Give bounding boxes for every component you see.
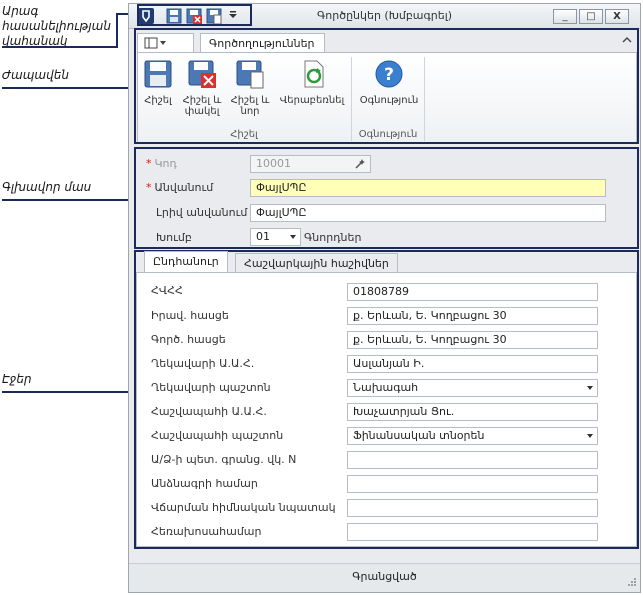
work-address-field[interactable]: ք. Երևան, Ե. Կողբացու 30 [347, 331, 598, 349]
quick-access-highlight [137, 4, 252, 26]
annotation-underline [2, 87, 134, 89]
director-position-label: Ղեկավարի պաշտոն [151, 381, 271, 394]
chevron-down-icon [587, 386, 593, 390]
annotation-ribbon: Ժապավեն [2, 68, 69, 82]
accountant-position-label: Հաշվապահի պաշտոն [151, 429, 284, 442]
phone-label: Հեռախոսահամար [151, 525, 262, 538]
annotation-quick-access: Արագ հասանելիության վահանակ [2, 4, 111, 49]
name-field[interactable]: ՓայլՍՊԸ [250, 179, 606, 197]
annotation-line: հասանելիության [2, 19, 111, 33]
chevron-down-icon [587, 434, 593, 438]
registration-number-field[interactable] [347, 451, 598, 469]
accountant-name-field[interactable]: Խաչատրյան Ցու. [347, 403, 598, 421]
annotation-underline [2, 199, 134, 201]
close-button[interactable]: X [605, 9, 629, 24]
director-name-field[interactable]: Ասլանյան Ի. [347, 355, 598, 373]
group-select[interactable]: 01 [250, 228, 301, 246]
fullname-field[interactable]: ՓայլՍՊԸ [250, 204, 606, 222]
generate-code-icon[interactable] [354, 158, 366, 172]
name-label: * Անվանում [146, 181, 213, 194]
accountant-position-select[interactable]: Ֆինանսական տնօրեն [347, 427, 598, 445]
code-field[interactable]: 10001 [250, 155, 371, 173]
group-description: Գնորդներ [304, 231, 362, 244]
tin-label: ՀՎՀՀ [151, 284, 183, 297]
phone-field[interactable] [347, 523, 598, 541]
resize-grip-icon[interactable] [627, 577, 637, 590]
legal-address-label: Իրավ. հասցե [151, 309, 229, 322]
required-mark: * [146, 181, 152, 194]
code-label-text: Կոդ [154, 157, 177, 170]
group-value: 01 [256, 230, 270, 243]
passport-field[interactable] [347, 475, 598, 493]
chevron-down-icon [290, 235, 296, 239]
annotation-pointer [116, 13, 118, 48]
annotation-line: Արագ [2, 4, 39, 18]
payment-purpose-field[interactable] [347, 499, 598, 517]
maximize-button[interactable]: □ [579, 9, 603, 24]
director-position-value: Նախագահ [353, 381, 419, 394]
tin-field[interactable]: 01808789 [347, 283, 598, 301]
minimize-button[interactable]: _ [553, 9, 577, 24]
annotation-tabs: Էջեր [2, 372, 32, 386]
required-mark: * [146, 157, 152, 170]
accountant-name-label: Հաշվապահի Ա.Ա.Հ. [151, 405, 267, 418]
accountant-position-value: Ֆինանսական տնօրեն [353, 429, 485, 442]
ribbon-highlight [134, 28, 639, 144]
code-value: 10001 [256, 157, 291, 170]
status-bar: Գրանցված [129, 563, 640, 592]
legal-address-field[interactable]: ք. Երևան, Ե. Կողբացու 30 [347, 307, 598, 325]
group-label: Խումբ [156, 231, 192, 244]
annotation-underline [2, 391, 134, 393]
payment-purpose-label: Վճարման հիմնական նպատակ [151, 501, 336, 514]
tab-accounts[interactable]: Հաշվարկային հաշիվներ [235, 253, 398, 273]
main-part-highlight [134, 147, 639, 249]
annotation-main-part: Գլխավոր մաս [2, 180, 92, 194]
work-address-label: Գործ. հասցե [151, 333, 226, 346]
fullname-label: Լրիվ անվանում [156, 206, 248, 219]
director-name-label: Ղեկավարի Ա.Ա.Հ. [151, 357, 255, 370]
code-label: * Կոդ [146, 157, 177, 170]
tab-general[interactable]: Ընդհանուր [144, 251, 228, 273]
director-position-select[interactable]: Նախագահ [347, 379, 598, 397]
passport-label: Անձնագրի համար [151, 477, 258, 490]
status-text: Գրանցված [352, 570, 417, 583]
name-label-text: Անվանում [154, 181, 214, 194]
annotation-underline [2, 46, 118, 48]
registration-number-label: Ա/Ձ-ի պետ. գրանց. վկ. N [151, 453, 297, 466]
